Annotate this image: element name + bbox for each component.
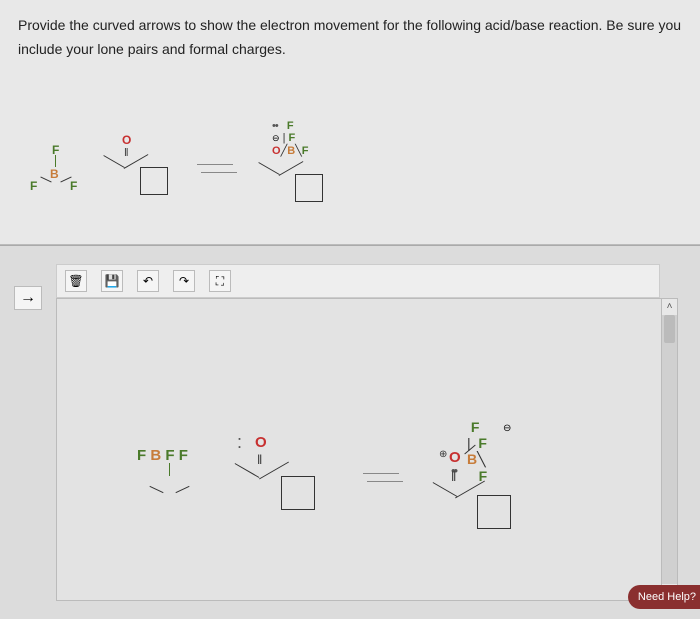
pos-charge-icon: ⊕: [439, 449, 447, 460]
question-text: Provide the curved arrows to show the el…: [18, 14, 682, 62]
atom-f: F: [165, 447, 174, 464]
molecule-ketone[interactable]: : O ‖: [237, 434, 327, 524]
save-icon: 💾: [105, 274, 120, 288]
save-button[interactable]: 💾: [101, 270, 123, 292]
atom-b: B: [467, 451, 477, 467]
molecule-bf3[interactable]: F B F F: [137, 447, 201, 511]
atom-f: F: [179, 447, 188, 464]
cyclobutyl-ring: [477, 495, 511, 529]
neg-charge-icon: ⊖: [503, 423, 511, 434]
scroll-up-button[interactable]: ˄: [662, 299, 677, 315]
atom-f: F: [471, 419, 480, 435]
student-reaction: F B F F : O ‖ F: [137, 419, 539, 539]
molecule-bf3-small: F B F F: [30, 143, 82, 198]
atom-b: B: [287, 145, 295, 157]
atom-o: O: [272, 145, 281, 157]
drawing-canvas[interactable]: F B F F : O ‖ F: [56, 298, 678, 601]
expand-button[interactable]: ⛶: [209, 270, 231, 292]
undo-icon: ↶: [143, 274, 153, 288]
trash-button[interactable]: 🗑: [65, 270, 87, 292]
bond-icon: [149, 486, 163, 493]
atom-o: O: [122, 133, 131, 147]
atom-b: B: [50, 167, 59, 181]
redo-icon: ↷: [179, 274, 189, 288]
atom-f: F: [289, 132, 296, 144]
canvas-scrollbar[interactable]: ˄ ˅: [661, 299, 677, 600]
trash-icon: 🗑: [68, 274, 83, 288]
expand-icon: ⛶: [216, 274, 224, 289]
atom-f: F: [302, 145, 309, 157]
obf3-group: •• F ⊖ | F O╱B╲F: [272, 120, 309, 157]
double-bond-icon: ‖: [257, 452, 260, 467]
need-help-label: Need Help?: [638, 591, 696, 603]
reaction-arrow-tool[interactable]: →: [14, 286, 42, 310]
bond-icon: [55, 155, 56, 167]
neg-charge-icon: ⊖: [272, 133, 280, 143]
cyclobutyl-ring: [281, 476, 315, 510]
chevron-up-icon: ˄: [667, 301, 673, 312]
need-help-button[interactable]: Need Help?: [628, 585, 700, 609]
atom-o: O: [255, 434, 267, 451]
molecule-product-small: •• F ⊖ | F O╱B╲F: [257, 120, 347, 220]
atom-f: F: [137, 447, 146, 464]
reference-reaction: F B F F O ‖ •• F ⊖ | F O╱B╲F: [30, 120, 347, 220]
bond-icon: [258, 162, 279, 175]
cyclobutyl-ring: [140, 167, 168, 195]
double-bond-icon: ‖: [124, 147, 127, 159]
atom-f: F: [70, 179, 77, 193]
atom-f: F: [287, 120, 294, 132]
bond-icon: [433, 482, 458, 497]
scroll-thumb[interactable]: [664, 315, 675, 343]
drawing-work-area: → 🗑 💾 ↶ ↷ ⛶ F B F F : O ‖: [0, 245, 700, 619]
atom-f: F: [478, 435, 487, 451]
double-bond-icon: ‖: [451, 469, 454, 484]
lone-pair-icon: ••: [272, 120, 278, 132]
bond-icon: [169, 463, 170, 476]
bond-icon: [235, 463, 260, 478]
atom-b: B: [150, 447, 161, 464]
equilibrium-arrow-icon: [197, 160, 237, 180]
cyclobutyl-ring: [295, 174, 323, 202]
arrow-icon: →: [20, 289, 36, 307]
bond-icon: [175, 486, 189, 493]
lone-pair-icon: :: [237, 432, 239, 453]
undo-button[interactable]: ↶: [137, 270, 159, 292]
molecule-ketone-small: O ‖: [102, 133, 177, 208]
bf3-top: F ⊖| F B╲ F: [467, 419, 487, 484]
question-panel: Provide the curved arrows to show the el…: [0, 0, 700, 245]
atom-f: F: [30, 179, 37, 193]
question-line-1: Provide the curved arrows to show the el…: [18, 17, 681, 33]
bond-icon: [103, 155, 124, 168]
redo-button[interactable]: ↷: [173, 270, 195, 292]
equilibrium-arrow-icon[interactable]: [363, 469, 403, 489]
drawing-toolbar: 🗑 💾 ↶ ↷ ⛶: [56, 264, 660, 298]
molecule-product[interactable]: F ⊖| F B╲ F ⊕ O •• ‖: [439, 419, 539, 539]
question-line-2: include your lone pairs and formal charg…: [18, 41, 286, 57]
